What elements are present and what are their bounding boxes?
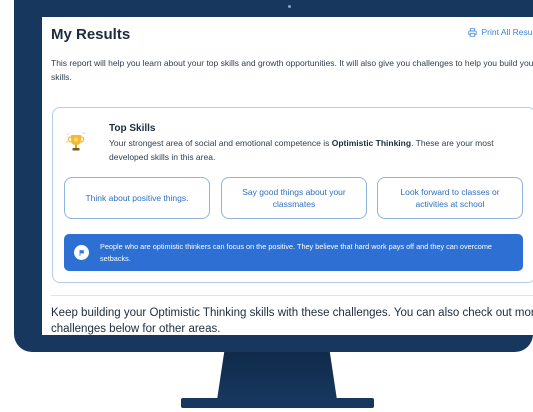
- skill-card-look-forward[interactable]: Look forward to classes or activities at…: [377, 177, 523, 219]
- flag-icon: [74, 245, 89, 260]
- monitor-frame: My Results Print All Results This report…: [14, 0, 533, 352]
- strongest-area: Optimistic Thinking: [331, 138, 412, 148]
- printer-icon: [468, 27, 478, 37]
- info-text: People who are optimistic thinkers can f…: [100, 242, 492, 263]
- section-divider: [51, 295, 533, 296]
- intro-text: This report will help you learn about yo…: [51, 58, 533, 82]
- top-skills-card: Top Skills Your strongest area of social…: [52, 107, 533, 283]
- monitor-stand-base: [181, 398, 374, 408]
- skill-card-say-good-things[interactable]: Say good things about your classmates: [221, 177, 367, 219]
- top-skills-description: Your strongest area of social and emotio…: [109, 138, 494, 162]
- page-title: My Results: [51, 26, 131, 43]
- skill-card-think-positive[interactable]: Think about positive things.: [64, 177, 210, 219]
- print-all-results-link[interactable]: Print All Results: [468, 27, 533, 37]
- challenges-heading: Keep building your Optimistic Thinking s…: [51, 307, 533, 335]
- webcam-dot: [288, 5, 291, 8]
- trophy-icon: [66, 132, 85, 151]
- optimistic-info-banner: People who are optimistic thinkers can f…: [64, 234, 523, 271]
- print-label: Print All Results: [481, 27, 533, 37]
- monitor-stand-neck: [217, 352, 337, 400]
- top-skills-heading: Top Skills: [109, 123, 156, 134]
- monitor-screen: My Results Print All Results This report…: [42, 17, 533, 335]
